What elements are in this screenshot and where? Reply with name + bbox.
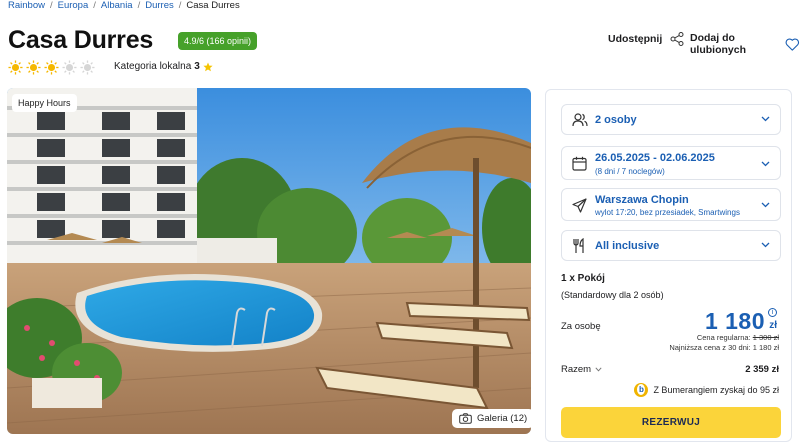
gallery-button[interactable]: Galeria (12)	[452, 409, 535, 428]
total-value: 2 359 zł	[745, 364, 779, 375]
booking-panel: 2 osoby 26.05.2025 - 02.06.2025 (8 dni /…	[545, 89, 792, 442]
share-label: Udostępnij	[608, 33, 663, 45]
sun-rating	[8, 60, 95, 75]
guests-select[interactable]: 2 osoby	[561, 104, 781, 135]
chevron-down-icon	[761, 202, 770, 208]
breadcrumb-link-albania[interactable]: Albania	[101, 0, 133, 11]
star-icon	[203, 62, 213, 71]
sun-icon-filled	[8, 60, 23, 75]
breadcrumb-separator: /	[49, 0, 53, 11]
hotel-title: Casa Durres	[8, 26, 154, 54]
sun-icon-empty	[62, 60, 77, 75]
info-icon[interactable]: i	[768, 308, 777, 317]
breadcrumb-current: Casa Durres	[186, 0, 240, 11]
pool-scene-image	[7, 88, 531, 434]
chevron-down-icon	[761, 161, 770, 167]
breadcrumb-separator: /	[93, 0, 96, 11]
total-label: Razem	[561, 364, 592, 375]
dates-value: 26.05.2025 - 02.06.2025	[595, 152, 715, 164]
sun-icon-filled	[44, 60, 59, 75]
sun-icon-empty	[80, 60, 95, 75]
price-currency: zł	[769, 320, 777, 331]
breadcrumb-link-rainbow[interactable]: Rainbow	[8, 0, 45, 11]
room-type: (Standardowy dla 2 osób)	[561, 290, 664, 300]
camera-icon	[459, 413, 472, 424]
chevron-down-icon	[761, 116, 770, 122]
board-select[interactable]: All inclusive	[561, 230, 781, 261]
bumerang-promo: b Z Bumerangiem zyskaj do 95 zł	[634, 383, 779, 397]
bumerang-icon: b	[634, 383, 649, 397]
chevron-down-icon	[761, 242, 770, 248]
regular-price-label: Cena regularna:	[696, 333, 751, 342]
departure-value: Warszawa Chopin	[595, 194, 689, 206]
bumerang-text: Z Bumerangiem zyskaj do 95 zł	[653, 385, 779, 395]
users-icon	[572, 113, 588, 127]
breadcrumb-separator: /	[137, 0, 141, 11]
local-category-value: 3	[194, 61, 200, 72]
favorite-button[interactable]: Dodaj do ulubionych	[690, 32, 800, 56]
room-count: 1 x Pokój	[561, 273, 605, 284]
breadcrumb-separator: /	[178, 0, 182, 11]
share-icon	[670, 32, 684, 46]
reserve-button[interactable]: REZERWUJ	[561, 407, 781, 438]
chevron-down-icon	[595, 367, 602, 372]
per-person-label: Za osobę	[561, 321, 601, 332]
regular-price: Cena regularna: 1 300 zł	[697, 333, 779, 342]
guests-value: 2 osoby	[595, 114, 637, 126]
rating-badge[interactable]: 4.9/6 (166 opinii)	[178, 32, 258, 50]
local-category-label: Kategoria lokalna	[114, 61, 192, 72]
dates-subtext: (8 dni / 7 noclegów)	[595, 167, 665, 176]
local-category: Kategoria lokalna 3	[114, 61, 213, 72]
heart-icon	[785, 37, 800, 51]
sun-icon-filled	[26, 60, 41, 75]
departure-select[interactable]: Warszawa Chopin wylot 17:20, bez przesia…	[561, 188, 781, 221]
regular-price-value: 1 300 zł	[752, 333, 779, 342]
breadcrumb-link-europa[interactable]: Europa	[58, 0, 89, 11]
hotel-photo[interactable]	[7, 88, 531, 434]
share-button[interactable]: Udostępnij	[608, 32, 684, 46]
cutlery-icon	[573, 238, 584, 253]
price-per-person: 1 180	[704, 308, 765, 334]
total-toggle[interactable]: Razem	[561, 364, 602, 375]
calendar-icon	[572, 156, 587, 171]
happy-hours-badge: Happy Hours	[12, 94, 77, 112]
board-value: All inclusive	[595, 240, 660, 252]
breadcrumb-link-durres[interactable]: Durres	[145, 0, 174, 11]
favorite-label: Dodaj do ulubionych	[690, 32, 746, 56]
breadcrumb: Rainbow / Europa / Albania / Durres / Casa D…	[8, 0, 240, 11]
dates-select[interactable]: 26.05.2025 - 02.06.2025 (8 dni / 7 nocle…	[561, 146, 781, 180]
airplane-icon	[572, 198, 587, 213]
departure-subtext: wylot 17:20, bez przesiadek, Smartwings	[595, 208, 740, 217]
lowest-price-30d: Najniższa cena z 30 dni: 1 180 zł	[669, 343, 779, 352]
gallery-label: Galeria (12)	[477, 413, 528, 424]
